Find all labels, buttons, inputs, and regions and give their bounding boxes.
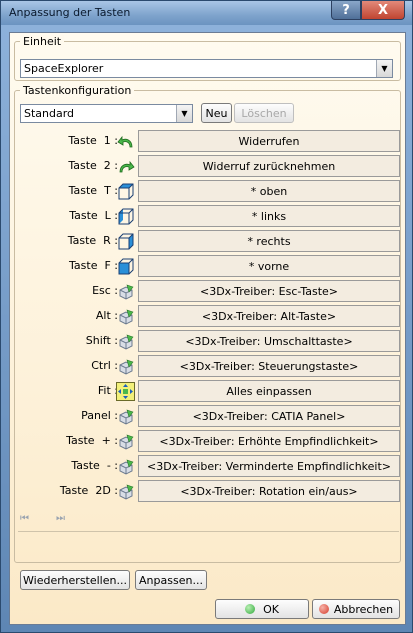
help-button[interactable]: ? [331,1,361,20]
config-group-label: Tastenkonfiguration [20,84,135,97]
key-mapping-row: Taste R : * rechts [10,230,407,253]
action-button[interactable]: Alles einpassen [138,380,400,402]
action-button[interactable]: <3Dx-Treiber: Rotation ein/aus> [138,480,400,502]
key-label: Taste 1 : [68,134,118,147]
restore-button[interactable]: Wiederherstellen... [20,570,130,590]
ok-label: OK [263,602,279,616]
action-button[interactable]: <3Dx-Treiber: Erhöhte Empfindlichkeit> [138,430,400,452]
view-front-icon [115,256,136,277]
driver-icon [115,281,136,302]
cancel-label: Abbrechen [333,602,394,616]
key-mapping-row: Esc : <3Dx-Treiber: Esc-Taste> [10,280,407,303]
view-right-icon [115,231,136,252]
action-button[interactable]: <3Dx-Treiber: CATIA Panel> [138,405,400,427]
new-config-button[interactable]: Neu [201,103,232,123]
key-label: Taste L : [69,209,118,222]
action-button[interactable]: <3Dx-Treiber: Steuerungstaste> [138,355,400,377]
dialog-window: Anpassung der Tasten ? X Einheit SpaceEx… [0,0,413,633]
key-mapping-row: Ctrl : <3Dx-Treiber: Steuerungstaste> [10,355,407,378]
driver-icon [115,431,136,452]
ok-button[interactable]: OK [215,599,309,619]
key-label: Taste 2D : [59,484,118,497]
undo-icon [115,131,136,152]
key-label: Taste T : [68,184,118,197]
delete-config-button[interactable]: Löschen [234,103,294,123]
key-mapping-row: Fit : Alles einpassen [10,380,407,403]
action-button[interactable]: * oben [138,180,400,202]
redo-icon [115,156,136,177]
close-button[interactable]: X [361,1,405,20]
key-mapping-row: Panel : <3Dx-Treiber: CATIA Panel> [10,405,407,428]
first-page-icon[interactable]: ⏮ [20,513,29,524]
key-label: Taste 2 : [68,159,118,172]
key-mapping-row: Shift : <3Dx-Treiber: Umschalttaste> [10,330,407,353]
action-button[interactable]: <3Dx-Treiber: Umschalttaste> [138,330,400,352]
action-button[interactable]: * vorne [138,255,400,277]
chevron-down-icon[interactable]: ▼ [176,105,192,122]
action-button[interactable]: Widerrufen [138,130,400,152]
view-left-icon [115,206,136,227]
view-top-icon [115,181,136,202]
chevron-down-icon[interactable]: ▼ [376,60,392,77]
action-button[interactable]: * rechts [138,230,400,252]
key-mapping-row: Taste 2 : Widerruf zurücknehmen [10,155,407,178]
ok-icon [245,604,256,614]
key-label: Taste F : [69,259,118,272]
driver-icon [115,331,136,352]
dialog-client: Einheit SpaceExplorer ▼ Tastenkonfigurat… [9,32,406,625]
divider [18,531,399,532]
key-mapping-row: Taste 2D : <3Dx-Treiber: Rotation ein/aus… [10,480,407,503]
cancel-button[interactable]: Abbrechen [312,599,400,619]
key-label: Ctrl : [91,359,118,372]
title-bar[interactable]: Anpassung der Tasten ? X [1,1,412,25]
key-mapping-row: Taste L : * links [10,205,407,228]
config-select[interactable]: Standard ▼ [20,104,193,123]
driver-icon [115,456,136,477]
cancel-icon [318,604,329,614]
unit-group-label: Einheit [20,35,65,48]
unit-select-value: SpaceExplorer [24,62,104,75]
key-mapping-row: Taste 1 : Widerrufen [10,130,407,153]
customize-button[interactable]: Anpassen... [135,570,207,590]
action-button[interactable]: <3Dx-Treiber: Verminderte Empfindlichkei… [138,455,400,477]
driver-icon [115,481,136,502]
action-button[interactable]: <3Dx-Treiber: Alt-Taste> [138,305,400,327]
unit-select[interactable]: SpaceExplorer ▼ [20,59,393,78]
action-button[interactable]: Widerruf zurücknehmen [138,155,400,177]
key-mapping-row: Taste - : <3Dx-Treiber: Verminderte Empfi… [10,455,407,478]
key-mapping-row: Taste F : * vorne [10,255,407,278]
key-label: Shift : [85,334,118,347]
driver-icon [115,306,136,327]
key-mapping-row: Taste + : <3Dx-Treiber: Erhöhte Empfindli… [10,430,407,453]
action-button[interactable]: * links [138,205,400,227]
key-label: Panel : [81,409,118,422]
key-label: Taste + : [66,434,118,447]
driver-icon [115,356,136,377]
config-select-value: Standard [24,107,75,120]
window-title: Anpassung der Tasten [9,6,131,19]
key-mapping-row: Alt : <3Dx-Treiber: Alt-Taste> [10,305,407,328]
key-mapping-row: Taste T : * oben [10,180,407,203]
action-button[interactable]: <3Dx-Treiber: Esc-Taste> [138,280,400,302]
driver-icon [115,406,136,427]
next-page-icon[interactable]: ⏭ [56,513,65,524]
fit-all-icon [115,381,136,402]
key-label: Taste - : [71,459,118,472]
key-label: Taste R : [67,234,118,247]
